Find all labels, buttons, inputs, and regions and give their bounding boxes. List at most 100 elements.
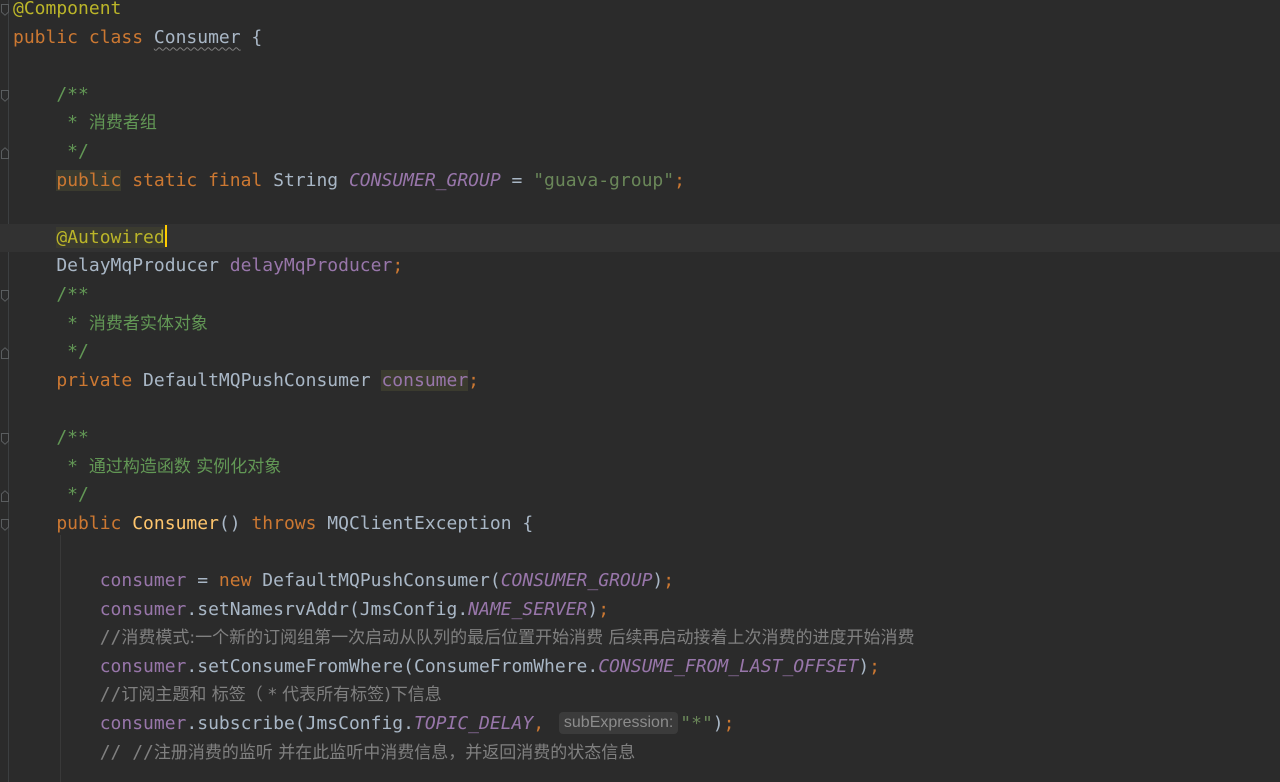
code-token: "*" bbox=[680, 713, 713, 734]
code-token: "guava-group" bbox=[533, 169, 675, 191]
code-line[interactable]: */ bbox=[13, 481, 1280, 510]
code-token: , bbox=[533, 713, 555, 734]
code-line[interactable]: // //注册消费的监听 并在此监听中消费信息，并返回消费的状态信息 bbox=[13, 739, 1280, 768]
code-token: NAME_SERVER bbox=[468, 598, 588, 620]
code-token: ; bbox=[674, 169, 685, 191]
code-token: ) bbox=[858, 655, 870, 677]
code-line[interactable]: //消费模式:一个新的订阅组第一次启动从队列的最后位置开始消费 后续再启动接着上… bbox=[13, 624, 1280, 653]
code-line[interactable] bbox=[13, 395, 1280, 424]
code-token: DelayMqProducer bbox=[13, 255, 230, 277]
code-token: CONSUMER_GROUP bbox=[500, 570, 653, 591]
fold-marker-icon[interactable] bbox=[1, 4, 9, 16]
code-token: */ bbox=[13, 141, 89, 162]
fold-marker-icon[interactable] bbox=[1, 490, 9, 503]
code-token: DefaultMQPushConsumer bbox=[143, 369, 382, 391]
fold-marker-icon[interactable] bbox=[1, 290, 9, 302]
code-token: /** bbox=[13, 284, 89, 305]
code-token: /** bbox=[13, 83, 89, 105]
code-line[interactable]: @Autowired bbox=[13, 224, 1280, 253]
code-line[interactable]: consumer = new DefaultMQPushConsumer(CON… bbox=[13, 567, 1280, 596]
code-token: throws bbox=[251, 512, 328, 534]
code-token: public bbox=[13, 512, 133, 534]
fold-marker-icon[interactable] bbox=[1, 518, 9, 531]
code-token: 订阅主题和 标签（ * 代表所有标签)下信息 bbox=[121, 685, 442, 706]
code-token: 消费者组 bbox=[88, 113, 157, 134]
code-token: ) bbox=[652, 570, 664, 591]
code-token: consumer bbox=[99, 713, 187, 734]
code-token: 注册消费的监听 并在此监听中消费信息，并返回消费的状态信息 bbox=[153, 742, 636, 763]
code-editor[interactable]: @Component public class Consumer { /** * … bbox=[0, 0, 1280, 782]
code-line[interactable] bbox=[13, 195, 1280, 224]
code-token: Consumer bbox=[153, 26, 241, 48]
code-token: @Autowired bbox=[56, 226, 165, 248]
code-token: // // bbox=[13, 741, 154, 763]
code-token: 消费模式:一个新的订阅组第一次启动从队列的最后位置开始消费 后续再启动接着上次消… bbox=[121, 628, 915, 649]
code-line[interactable]: * 通过构造函数 实例化对象 bbox=[13, 453, 1280, 482]
code-token: ; bbox=[663, 570, 675, 591]
code-line[interactable]: */ bbox=[13, 138, 1280, 167]
code-token: DefaultMQPushConsumer( bbox=[262, 570, 501, 591]
gutter-divider bbox=[8, 0, 9, 782]
code-line[interactable]: private DefaultMQPushConsumer consumer; bbox=[13, 367, 1280, 396]
code-token: ; bbox=[392, 255, 404, 277]
code-token: static final bbox=[121, 169, 274, 191]
code-line[interactable] bbox=[13, 538, 1280, 567]
code-line[interactable]: consumer.setNamesrvAddr(JmsConfig.NAME_S… bbox=[13, 596, 1280, 625]
code-line[interactable] bbox=[13, 52, 1280, 81]
parameter-hint: subExpression: bbox=[558, 712, 679, 734]
code-line[interactable]: consumer.subscribe(JmsConfig.TOPIC_DELAY… bbox=[13, 710, 1280, 739]
code-token: .subscribe(JmsConfig. bbox=[186, 713, 414, 734]
code-token: 消费者实体对象 bbox=[88, 313, 208, 334]
code-line[interactable]: /** bbox=[13, 81, 1280, 110]
code-token: ; bbox=[598, 598, 610, 620]
code-token: * bbox=[13, 455, 89, 477]
code-token: * bbox=[13, 112, 89, 134]
code-token: () bbox=[218, 512, 252, 534]
code-line[interactable]: //订阅主题和 标签（ * 代表所有标签)下信息 bbox=[13, 681, 1280, 710]
code-token: consumer bbox=[99, 570, 187, 591]
code-line[interactable]: /** bbox=[13, 281, 1280, 310]
fold-marker-icon[interactable] bbox=[1, 89, 9, 102]
code-token: public bbox=[56, 169, 122, 191]
code-token: TOPIC_DELAY bbox=[413, 713, 534, 734]
code-token: ; bbox=[723, 713, 735, 734]
code-line[interactable]: DelayMqProducer delayMqProducer; bbox=[13, 252, 1280, 281]
code-line[interactable]: public Consumer() throws MQClientExcepti… bbox=[13, 510, 1280, 539]
code-token: // bbox=[13, 627, 122, 649]
code-token: */ bbox=[13, 484, 89, 506]
code-token: // bbox=[13, 684, 122, 706]
code-token: * bbox=[13, 312, 89, 334]
code-token: = bbox=[186, 570, 219, 591]
code-token: ; bbox=[869, 655, 880, 677]
code-token: ; bbox=[468, 369, 480, 391]
code-line[interactable]: * 消费者组 bbox=[13, 109, 1280, 138]
code-token: CONSUMER_GROUP bbox=[348, 169, 501, 191]
code-token: private bbox=[13, 369, 144, 391]
code-line[interactable]: * 消费者实体对象 bbox=[13, 310, 1280, 339]
code-line[interactable]: /** bbox=[13, 424, 1280, 453]
code-token: MQClientException { bbox=[327, 512, 534, 534]
code-token: .setNamesrvAddr(JmsConfig. bbox=[186, 598, 469, 620]
fold-marker-icon[interactable] bbox=[1, 347, 9, 360]
code-token: @Component bbox=[13, 0, 122, 19]
code-token: new bbox=[218, 570, 263, 591]
code-token: consumer bbox=[99, 598, 187, 620]
code-token: consumer bbox=[381, 369, 469, 391]
code-line[interactable]: consumer.setConsumeFromWhere(ConsumeFrom… bbox=[13, 653, 1280, 682]
code-line[interactable]: @Component bbox=[13, 0, 1280, 24]
text-cursor bbox=[164, 224, 167, 247]
code-line[interactable]: */ bbox=[13, 338, 1280, 367]
fold-marker-icon[interactable] bbox=[1, 433, 9, 445]
code-line[interactable]: public static final String CONSUMER_GROU… bbox=[13, 167, 1280, 196]
code-token: ) bbox=[712, 713, 724, 734]
code-token: /** bbox=[13, 427, 89, 448]
fold-marker-icon[interactable] bbox=[1, 147, 9, 159]
code-line[interactable]: public class Consumer { bbox=[13, 24, 1280, 53]
code-token: = bbox=[500, 169, 534, 191]
